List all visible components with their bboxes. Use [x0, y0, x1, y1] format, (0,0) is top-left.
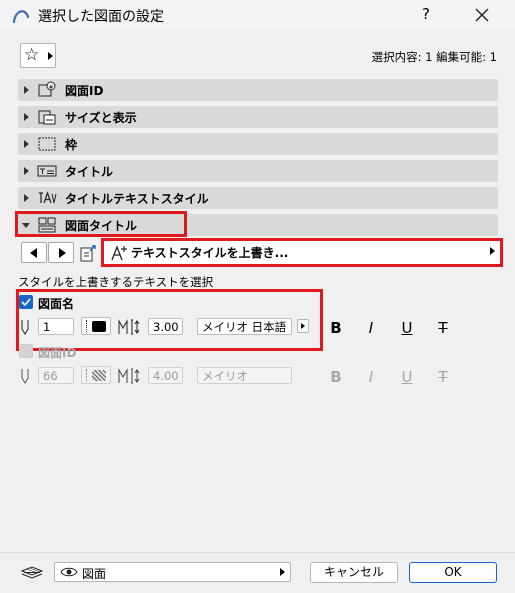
title-icon — [37, 165, 57, 177]
italic-button[interactable]: I — [362, 319, 380, 337]
prev-button[interactable] — [21, 242, 47, 263]
pen-color-picker[interactable] — [81, 366, 111, 384]
favorites-button[interactable]: ☆ — [20, 43, 56, 68]
ok-button[interactable]: OK — [409, 562, 497, 583]
window-title: 選択した図面の設定 — [38, 9, 164, 25]
expand-arrow-icon — [24, 113, 29, 121]
layers-icon[interactable] — [18, 563, 46, 581]
cancel-button[interactable]: キャンセル — [310, 562, 398, 583]
italic-button[interactable]: I — [362, 368, 380, 386]
star-icon: ☆ — [24, 45, 40, 65]
font-select[interactable]: メイリオ — [197, 367, 292, 384]
underline-button[interactable]: U — [398, 319, 416, 337]
drawing-id-icon: # — [38, 81, 56, 97]
footer-divider — [0, 552, 515, 553]
dropdown-arrow-icon — [48, 52, 53, 60]
section-title[interactable]: タイトル — [18, 160, 498, 182]
svg-text:#: # — [49, 84, 54, 91]
help-button[interactable]: ? — [416, 5, 436, 23]
strikethrough-button[interactable]: T — [434, 319, 452, 337]
expand-arrow-icon — [24, 86, 29, 94]
eye-icon — [60, 567, 78, 577]
bold-button[interactable]: B — [327, 319, 345, 337]
dropdown-arrow-icon — [280, 568, 285, 576]
highlight-box — [15, 211, 187, 237]
drawing-id-label: 図面ID — [38, 346, 77, 360]
section-frame[interactable]: 枠 — [18, 133, 498, 155]
view-select-dropdown[interactable]: 図面 — [54, 562, 291, 582]
pen-icon — [21, 369, 29, 384]
section-label: タイトル — [65, 165, 114, 179]
section-label: 図面ID — [65, 84, 104, 98]
right-arrow-icon — [59, 248, 66, 258]
app-logo-icon — [12, 10, 30, 24]
strikethrough-button[interactable]: T — [434, 368, 452, 386]
expand-arrow-icon — [24, 140, 29, 148]
expand-arrow-icon — [24, 167, 29, 175]
section-drawing-id[interactable]: # 図面ID — [18, 79, 498, 101]
section-size-display[interactable]: サイズと表示 — [18, 106, 498, 128]
text-select-caption: スタイルを上書きするテキストを選択 — [18, 275, 214, 289]
selection-info: 選択内容: 1 編集可能: 1 — [371, 50, 497, 64]
drawing-id-checkbox[interactable] — [19, 344, 33, 358]
section-label: 枠 — [65, 138, 78, 152]
section-title-text-style[interactable]: タイトルテキストスタイル — [18, 187, 498, 209]
size-display-icon — [38, 110, 56, 125]
view-select-label: 図面 — [82, 567, 107, 581]
section-label: サイズと表示 — [65, 111, 137, 125]
underline-button[interactable]: U — [398, 368, 416, 386]
left-arrow-icon — [30, 248, 37, 258]
expand-arrow-icon — [24, 194, 29, 202]
font-size-field[interactable]: 4.00 — [148, 367, 183, 384]
close-icon[interactable] — [470, 4, 494, 26]
export-icon[interactable] — [78, 242, 98, 263]
text-size-icon — [118, 368, 140, 384]
title-text-style-icon — [39, 191, 57, 204]
pen-number-field[interactable]: 66 — [38, 367, 74, 384]
frame-icon — [38, 137, 56, 151]
bold-button[interactable]: B — [327, 368, 345, 386]
next-button[interactable] — [48, 242, 74, 263]
section-label: タイトルテキストスタイル — [65, 192, 209, 206]
highlight-box — [101, 238, 503, 267]
highlight-box — [16, 289, 323, 351]
